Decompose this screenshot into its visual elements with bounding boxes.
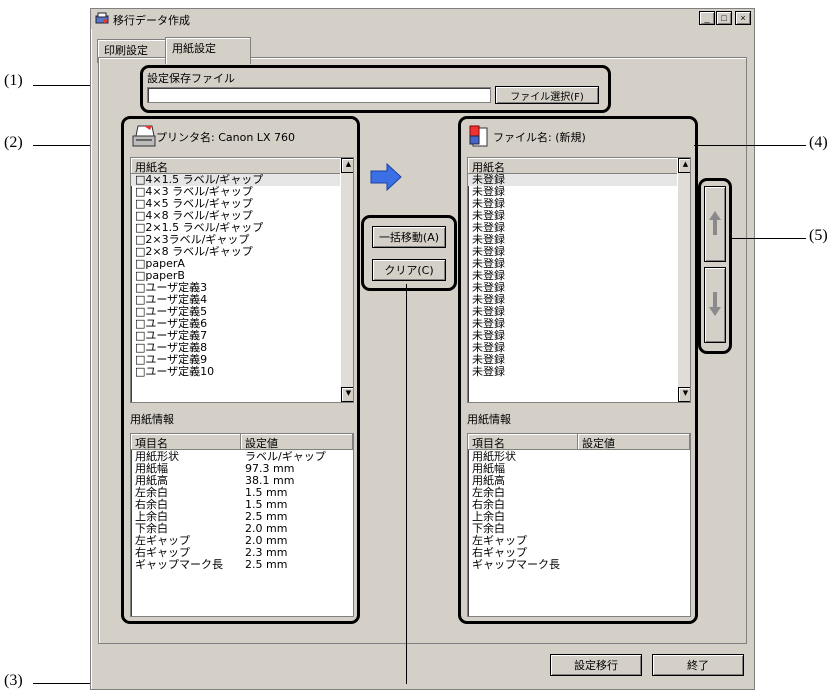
info-item-value <box>578 547 690 559</box>
printer-list-item[interactable]: □ユーザ定義10 <box>131 366 341 378</box>
migration-data-window: 移行データ作成 _ □ × 印刷設定 用紙設定 設定保存ファイル ファイル選択(… <box>90 8 755 690</box>
file-paper-list[interactable]: 用紙名 未登録 未登録 未登録 未登録 未登録 未登録 未登録 未登録 未登録 未登録 未登録 未登録… <box>467 157 691 403</box>
maximize-button[interactable]: □ <box>716 11 732 25</box>
printer-info-rows: 用紙形状 ラベル/ギャップ 用紙幅 97.3 mm 用紙高 38.1 mm 左余白 1.5 m… <box>131 451 353 571</box>
file-paper-group: ファイル名: (新規) 用紙名 未登録 未登録 未登録 未登録 未登録 未登録 未登録 未登録… <box>458 116 698 624</box>
tab-paper-settings[interactable]: 用紙設定 <box>165 37 251 64</box>
file-list-header[interactable]: 用紙名 <box>468 158 678 174</box>
migrate-settings-button[interactable]: 設定移行 <box>550 654 642 676</box>
move-up-button[interactable] <box>704 186 726 262</box>
info-col-item[interactable]: 項目名 <box>468 434 578 450</box>
info-item-value <box>578 535 690 547</box>
scroll-up-icon[interactable]: ▲ <box>678 158 690 173</box>
save-file-group: 設定保存ファイル ファイル選択(F) <box>140 65 611 113</box>
info-item-value <box>578 451 690 463</box>
printer-paper-list[interactable]: 用紙名 □4×1.5 ラベル/ギャップ □4×3 ラベル/ギャップ □4×5 ラベル… <box>130 157 354 403</box>
callout-3-vline <box>406 284 407 684</box>
paper-settings-panel: 設定保存ファイル ファイル選択(F) プリンタ名: Canon LX 760 用… <box>98 57 747 644</box>
callout-4-line <box>694 145 806 146</box>
reorder-group <box>698 178 732 354</box>
printer-label-text: プリンタ名: <box>156 131 215 144</box>
printer-icon <box>132 125 156 147</box>
printer-info-label: 用紙情報 <box>130 413 174 426</box>
file-list-items: 未登録 未登録 未登録 未登録 未登録 未登録 未登録 未登録 未登録 未登録 未登録 未登録 未登録未… <box>468 174 678 378</box>
info-item-value <box>578 463 690 475</box>
callout-5-line <box>729 238 806 239</box>
exit-button[interactable]: 終了 <box>652 654 744 676</box>
printer-info-table: 項目名 設定値 用紙形状 ラベル/ギャップ 用紙幅 97.3 mm 用紙高 38.1 mm… <box>130 433 354 617</box>
info-item-value <box>578 499 690 511</box>
printer-name-label: プリンタ名: Canon LX 760 <box>156 129 295 145</box>
printer-list-header[interactable]: 用紙名 <box>131 158 341 174</box>
info-col-value[interactable]: 設定値 <box>578 434 690 450</box>
move-all-button[interactable]: 一括移動(A) <box>372 226 446 248</box>
printer-list-items: □4×1.5 ラベル/ギャップ □4×3 ラベル/ギャップ □4×5 ラベル/ギャッ… <box>131 174 341 378</box>
file-label-text: ファイル名: <box>493 131 552 144</box>
printer-name-value: Canon LX 760 <box>218 131 295 144</box>
file-list-scrollbar[interactable]: ▲ ▼ <box>677 158 690 402</box>
up-arrow-icon <box>709 210 721 235</box>
info-item-value <box>578 475 690 487</box>
info-item-value <box>578 559 690 571</box>
file-list-item[interactable]: 未登録 <box>468 366 678 378</box>
info-item-value <box>578 487 690 499</box>
minimize-button[interactable]: _ <box>699 11 715 25</box>
file-name-value: (新規) <box>555 131 586 144</box>
select-file-button[interactable]: ファイル選択(F) <box>495 86 599 104</box>
info-item-value <box>578 511 690 523</box>
save-file-label: 設定保存ファイル <box>147 72 235 85</box>
close-button[interactable]: × <box>735 11 751 25</box>
info-item-name: ギャップマーク長 <box>135 558 223 571</box>
info-item-name: ギャップマーク長 <box>472 558 560 571</box>
callout-3: (3) <box>4 672 23 689</box>
callout-4: (4) <box>809 134 828 151</box>
info-col-value[interactable]: 設定値 <box>241 434 353 450</box>
scroll-down-icon[interactable]: ▼ <box>678 387 690 402</box>
file-icon <box>469 125 488 147</box>
file-info-label: 用紙情報 <box>467 413 511 426</box>
scroll-up-icon[interactable]: ▲ <box>341 158 353 173</box>
info-item-value <box>578 523 690 535</box>
scroll-down-icon[interactable]: ▼ <box>341 387 353 402</box>
down-arrow-icon <box>709 291 721 316</box>
clear-button[interactable]: クリア(C) <box>372 259 446 281</box>
file-info-table: 項目名 設定値 用紙形状 用紙幅 用紙高 左余白 右余白 上余白 下余白 左ギャップ 右ギャップ… <box>467 433 691 617</box>
move-clear-group: 一括移動(A) クリア(C) <box>361 215 457 291</box>
info-item-value: 2.5 mm <box>245 558 288 571</box>
file-info-rows: 用紙形状 用紙幅 用紙高 左余白 右余白 上余白 下余白 左ギャップ 右ギャップ ギャップマーク長 <box>468 451 690 571</box>
info-col-item[interactable]: 項目名 <box>131 434 241 450</box>
arrow-right-icon <box>370 162 402 192</box>
save-file-path <box>147 87 491 103</box>
printer-paper-group: プリンタ名: Canon LX 760 用紙名 □4×1.5 ラベル/ギャップ □… <box>121 116 360 624</box>
callout-2: (2) <box>4 134 23 151</box>
callout-5: (5) <box>809 227 828 244</box>
app-icon <box>95 12 109 24</box>
printer-list-scrollbar[interactable]: ▲ ▼ <box>340 158 353 402</box>
title-bar[interactable]: 移行データ作成 _ □ × <box>91 9 754 29</box>
file-name-label: ファイル名: (新規) <box>493 129 586 145</box>
callout-1: (1) <box>4 72 23 89</box>
move-down-button[interactable] <box>704 267 726 343</box>
window-title: 移行データ作成 <box>113 14 190 27</box>
